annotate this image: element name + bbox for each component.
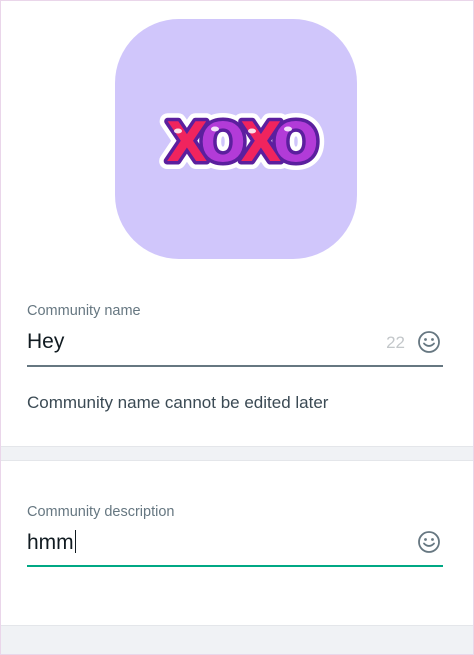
smiley-icon[interactable]	[417, 330, 441, 354]
character-counter: 22	[386, 333, 405, 352]
community-icon-button[interactable]: X O X O X O X O X O X O	[115, 19, 357, 259]
community-description-input[interactable]: hmm	[27, 530, 77, 555]
community-info-card: X O X O X O X O X O X O Community name H…	[1, 1, 473, 447]
community-description-card: Community description hmm	[1, 460, 473, 626]
svg-text:O: O	[273, 111, 319, 174]
community-description-label: Community description	[27, 504, 175, 520]
community-name-label: Community name	[27, 303, 141, 319]
svg-text:O: O	[200, 111, 246, 174]
description-text: hmm	[27, 531, 74, 554]
community-name-input[interactable]: Hey	[27, 330, 64, 354]
smiley-icon[interactable]	[417, 530, 441, 554]
community-description-field[interactable]: hmm	[27, 527, 443, 567]
xoxo-sticker-image: X O X O X O X O X O X O	[158, 103, 327, 182]
community-name-field[interactable]: Hey 22	[27, 327, 443, 367]
text-cursor	[74, 530, 77, 553]
community-setup-panel: X O X O X O X O X O X O Community name H…	[0, 0, 474, 655]
name-helper-text: Community name cannot be edited later	[27, 393, 329, 412]
